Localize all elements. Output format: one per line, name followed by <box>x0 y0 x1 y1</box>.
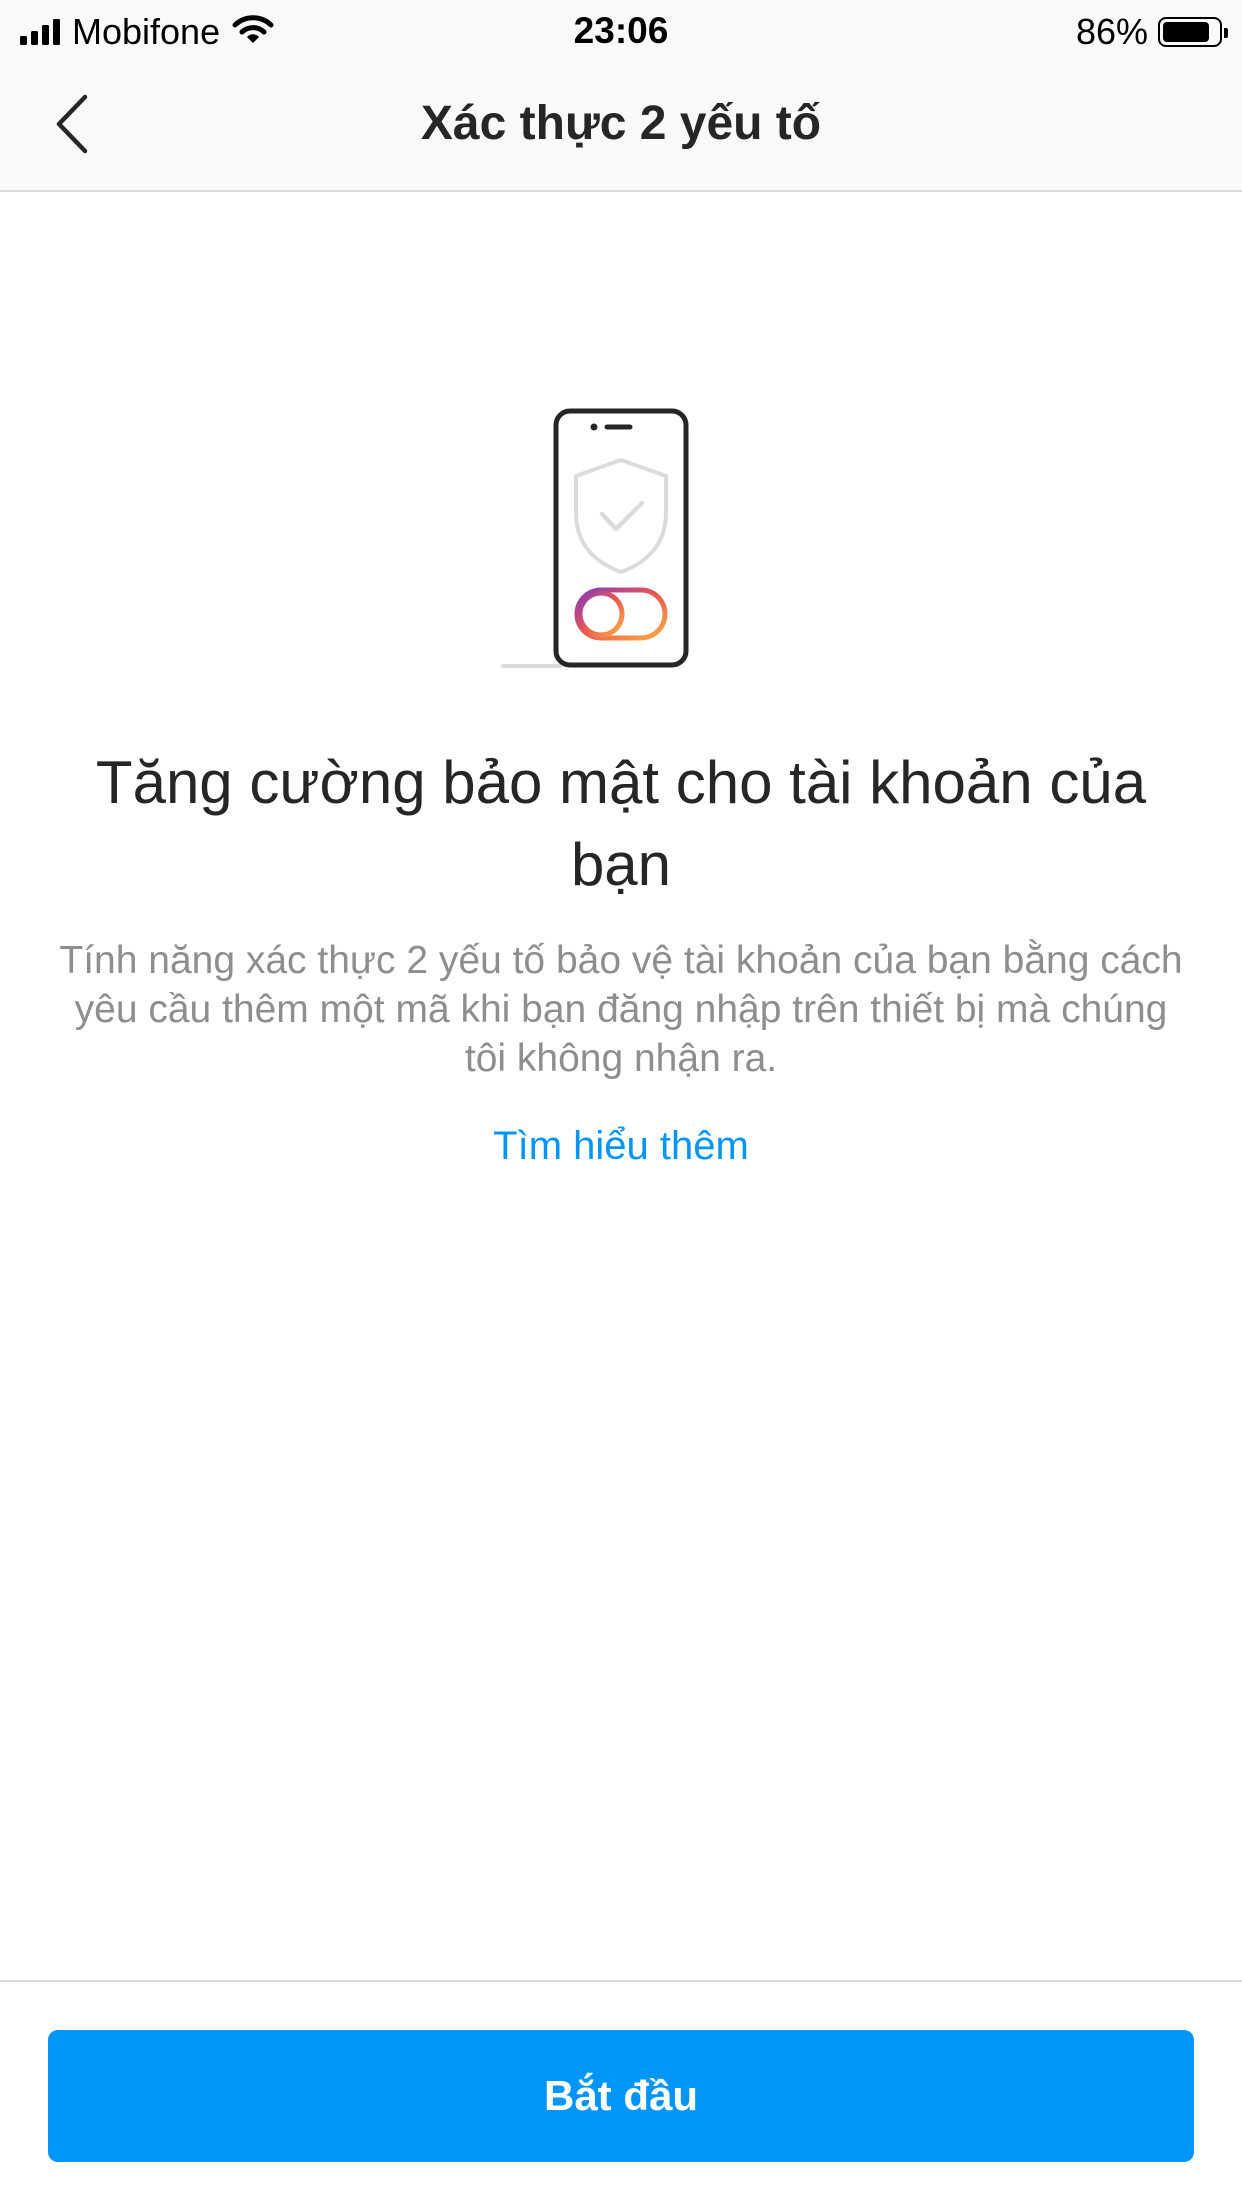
headline: Tăng cường bảo mật cho tài khoản của bạn <box>95 749 1147 898</box>
phone-camera <box>590 423 598 431</box>
page-title: Xác thực 2 yếu tố <box>420 97 822 150</box>
footer-divider <box>0 1980 1242 1982</box>
description-text: Tính năng xác thực 2 yếu tố bảo vệ tài k… <box>59 939 1183 1080</box>
learn-more-link[interactable]: Tìm hiểu thêm <box>0 1124 1242 1169</box>
status-time: 23:06 <box>573 10 669 51</box>
battery-percent: 86% <box>1075 11 1148 52</box>
status-bar-right: 86% <box>1075 10 1228 54</box>
status-bar: Mobifone 23:06 86% <box>0 0 1242 62</box>
battery-cap <box>1224 28 1228 38</box>
two-factor-illustration <box>500 405 700 675</box>
battery-level-fill <box>1163 22 1209 42</box>
navigation-bar: Xác thực 2 yếu tố <box>0 62 1242 192</box>
battery-icon <box>1158 17 1228 47</box>
phone-icon <box>553 408 689 668</box>
start-button[interactable]: Bắt đầu <box>48 2030 1194 2162</box>
